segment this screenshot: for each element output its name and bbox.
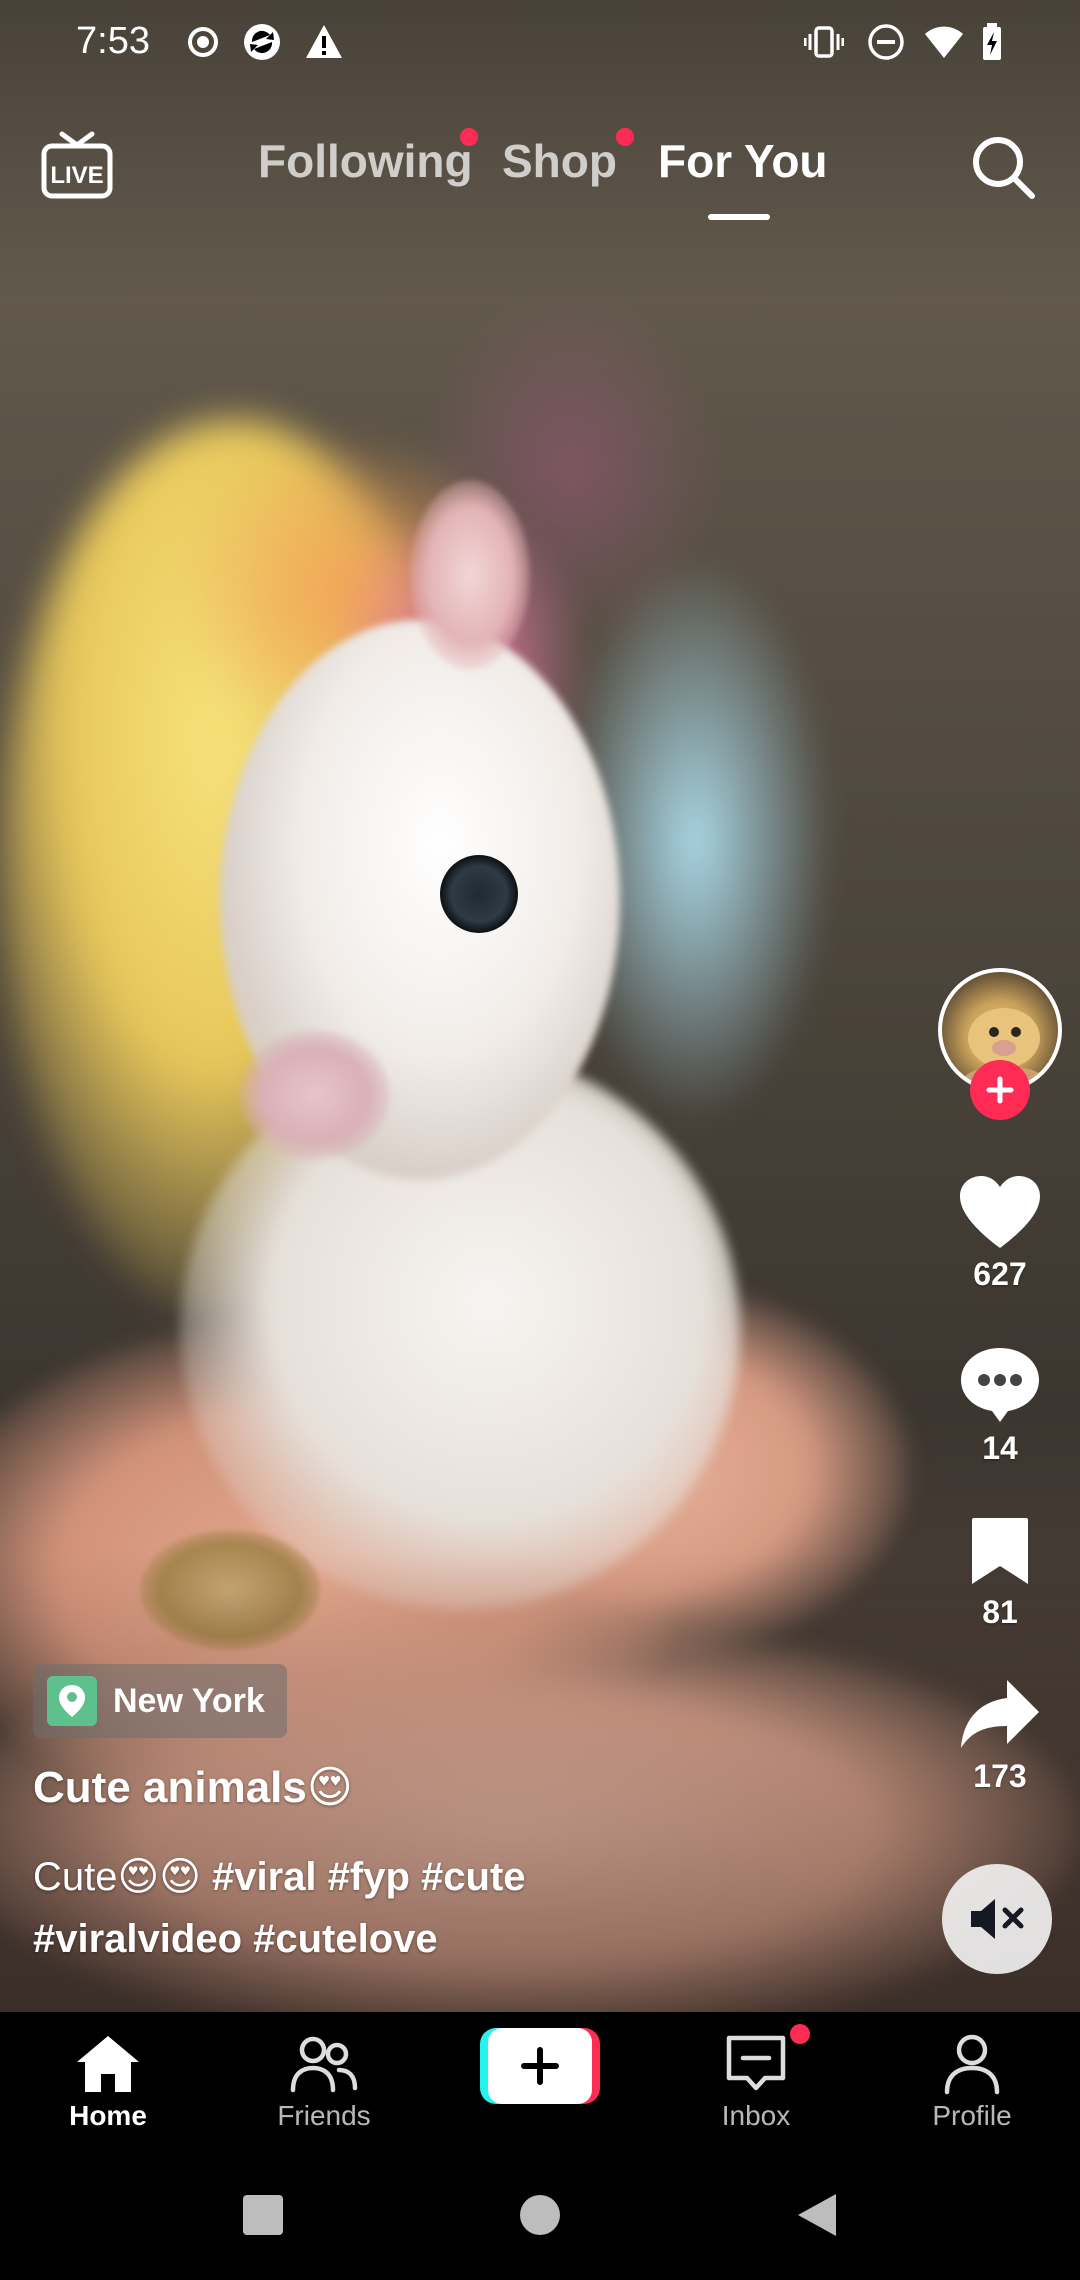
save-button[interactable]: 81 — [930, 1514, 1070, 1631]
battery-charging-icon — [983, 23, 1001, 60]
video-description[interactable]: Cute😍😍 #viral #fyp #cute #viralvideo #cu… — [33, 1846, 873, 1970]
recents-icon[interactable] — [240, 2192, 286, 2238]
bookmark-icon — [972, 1518, 1028, 1584]
hashtags-line-2[interactable]: #viralvideo #cutelove — [33, 1917, 438, 1961]
home-system-icon[interactable] — [517, 2192, 563, 2238]
record-icon — [188, 27, 218, 57]
svg-text:LIVE: LIVE — [50, 162, 103, 189]
create-button[interactable] — [480, 2028, 600, 2104]
comment-count: 14 — [982, 1430, 1018, 1466]
plus-icon — [986, 1076, 1014, 1104]
video-frame-pony-nose — [240, 1030, 390, 1160]
share-button[interactable]: 173 — [930, 1676, 1070, 1795]
system-nav-bar — [0, 2152, 1080, 2280]
share-icon — [961, 1680, 1039, 1748]
shop-notification-dot — [616, 128, 634, 146]
status-time: 7:53 — [76, 20, 150, 62]
status-bar: 7:53 — [0, 0, 1080, 90]
follow-button[interactable] — [970, 1060, 1030, 1120]
like-button[interactable]: 627 — [930, 1174, 1070, 1293]
following-notification-dot — [460, 128, 478, 146]
warning-icon — [306, 25, 342, 58]
mute-toggle-button[interactable] — [942, 1864, 1052, 1974]
like-count: 627 — [973, 1256, 1027, 1292]
heart-icon — [960, 1176, 1040, 1248]
video-frame-pony-ear — [410, 480, 530, 670]
hashtags-line-1[interactable]: #viral #fyp #cute — [212, 1855, 526, 1899]
share-count: 173 — [973, 1758, 1027, 1794]
back-icon[interactable] — [794, 2192, 840, 2238]
nav-inbox-label: Inbox — [721, 2100, 791, 2131]
sync-app-icon — [244, 24, 280, 60]
inbox-icon — [726, 2035, 786, 2091]
comment-icon — [961, 1348, 1039, 1422]
vibrate-icon — [804, 26, 844, 58]
wifi-icon — [925, 26, 963, 58]
active-tab-indicator — [708, 214, 770, 220]
video-title: Cute animals😍 — [33, 1763, 353, 1812]
do-not-disturb-icon — [868, 24, 904, 60]
nav-friends[interactable]: Friends — [216, 2012, 432, 2152]
save-count: 81 — [982, 1594, 1018, 1630]
description-text: Cute😍😍 — [33, 1855, 213, 1899]
location-label: New York — [113, 1681, 265, 1720]
volume-muted-icon — [971, 1899, 1024, 1939]
tab-for-you[interactable]: For You — [658, 134, 828, 188]
nav-home-label: Home — [69, 2100, 147, 2131]
tab-shop[interactable]: Shop — [502, 134, 617, 188]
nav-profile-label: Profile — [932, 2100, 1012, 2131]
create-button-face — [488, 2028, 592, 2104]
comment-button[interactable]: 14 — [930, 1344, 1070, 1467]
friends-icon — [290, 2036, 358, 2093]
nav-friends-label: Friends — [277, 2100, 371, 2131]
nav-profile[interactable]: Profile — [864, 2012, 1080, 2152]
tab-following[interactable]: Following — [258, 134, 473, 188]
video-frame-pony-eye — [440, 855, 518, 933]
location-tag[interactable]: New York — [33, 1664, 287, 1738]
nav-home[interactable]: Home — [0, 2012, 216, 2152]
inbox-notification-dot — [790, 2024, 810, 2044]
location-pin-icon — [47, 1676, 97, 1726]
create-icon — [521, 2047, 559, 2085]
profile-icon — [944, 2034, 1000, 2095]
search-icon[interactable] — [968, 132, 1038, 202]
home-icon — [77, 2036, 139, 2092]
top-nav: LIVE Following Shop For You — [0, 110, 1080, 230]
live-icon[interactable]: LIVE — [40, 128, 114, 202]
nav-inbox[interactable]: Inbox — [648, 2012, 864, 2152]
